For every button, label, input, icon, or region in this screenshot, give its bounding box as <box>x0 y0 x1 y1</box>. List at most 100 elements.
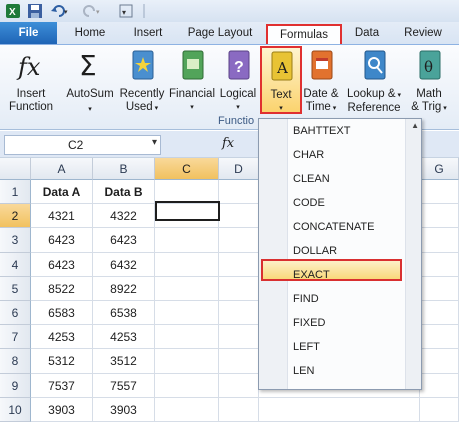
undo-icon[interactable]: ▾ <box>50 3 72 19</box>
redo-icon[interactable]: ▾ <box>82 3 104 19</box>
cell[interactable] <box>420 180 459 205</box>
column-header-a[interactable]: A <box>31 158 93 180</box>
menu-item-left[interactable]: LEFT <box>293 339 320 355</box>
row-header[interactable]: 7 <box>0 325 31 350</box>
cell[interactable]: 5312 <box>31 349 93 374</box>
column-header-c[interactable]: C <box>155 158 219 180</box>
cell[interactable] <box>155 397 219 422</box>
cell[interactable] <box>420 325 459 350</box>
cell[interactable] <box>155 325 219 350</box>
cell[interactable]: 8922 <box>93 276 155 301</box>
cell[interactable] <box>420 301 459 326</box>
row-header[interactable]: 5 <box>0 276 31 301</box>
logical-button[interactable]: ? Logical ▾ <box>218 47 258 114</box>
cell[interactable]: 6583 <box>31 301 93 326</box>
cell[interactable]: 3903 <box>93 397 155 422</box>
active-cell-c2[interactable] <box>155 201 220 221</box>
cell[interactable] <box>219 373 259 398</box>
cell[interactable]: 6423 <box>31 252 93 277</box>
tab-home[interactable]: Home <box>70 24 110 42</box>
tab-formulas[interactable]: Formulas <box>266 24 342 44</box>
cell[interactable] <box>219 276 259 301</box>
cell[interactable]: 4322 <box>93 204 155 229</box>
math-trig-button[interactable]: θ Math & Trig ▾ <box>408 47 450 115</box>
cell[interactable]: 4253 <box>93 325 155 350</box>
cell[interactable] <box>155 228 219 253</box>
tab-data[interactable]: Data <box>350 24 384 42</box>
cell[interactable] <box>219 180 259 205</box>
fx-icon[interactable]: fx <box>222 136 234 151</box>
cell[interactable] <box>420 373 459 398</box>
tab-review[interactable]: Review <box>400 24 446 42</box>
cell[interactable] <box>420 397 459 422</box>
cell[interactable] <box>219 301 259 326</box>
row-header[interactable]: 4 <box>0 252 31 277</box>
cell[interactable] <box>420 276 459 301</box>
cell[interactable]: 6423 <box>31 228 93 253</box>
cell[interactable] <box>219 228 259 253</box>
menu-item-code[interactable]: CODE <box>293 195 325 211</box>
formula-input[interactable] <box>246 135 256 153</box>
menu-item-fixed[interactable]: FIXED <box>293 315 325 331</box>
customize-qat-icon[interactable]: ▾ <box>118 3 134 19</box>
recently-used-button[interactable]: Recently Used ▾ <box>118 47 166 115</box>
excel-icon[interactable]: X <box>5 3 21 19</box>
row-header[interactable]: 3 <box>0 228 31 253</box>
row-header[interactable]: 8 <box>0 349 31 374</box>
row-header[interactable]: 2 <box>0 204 31 229</box>
insert-function-button[interactable]: fx Insert Function <box>6 47 56 114</box>
cell[interactable] <box>219 397 259 422</box>
cell[interactable]: 3903 <box>31 397 93 422</box>
cell[interactable]: 3512 <box>93 349 155 374</box>
select-all-corner[interactable] <box>0 158 31 180</box>
cell[interactable]: Data B <box>93 180 155 205</box>
cell[interactable] <box>219 349 259 374</box>
financial-button[interactable]: Financial ▾ <box>168 47 216 114</box>
menu-item-exact[interactable]: EXACT <box>293 267 330 283</box>
lookup-reference-button[interactable]: Lookup & ▾ Reference <box>344 47 404 115</box>
text-button[interactable]: A Text ▾ <box>260 46 302 114</box>
menu-item-dollar[interactable]: DOLLAR <box>293 243 337 259</box>
menu-item-bahttext[interactable]: BAHTTEXT <box>293 123 350 139</box>
column-header-b[interactable]: B <box>93 158 155 180</box>
cell[interactable]: 7557 <box>93 373 155 398</box>
menu-item-clean[interactable]: CLEAN <box>293 171 330 187</box>
menu-item-concatenate[interactable]: CONCATENATE <box>293 219 375 235</box>
cell[interactable] <box>420 204 459 229</box>
cell[interactable] <box>420 228 459 253</box>
scroll-up-icon[interactable]: ▲ <box>411 121 419 130</box>
tab-insert[interactable]: Insert <box>126 24 170 42</box>
row-header[interactable]: 1 <box>0 180 31 205</box>
cell[interactable] <box>155 252 219 277</box>
cell[interactable]: 8522 <box>31 276 93 301</box>
menu-item-char[interactable]: CHAR <box>293 147 324 163</box>
cell[interactable]: 4321 <box>31 204 93 229</box>
cell[interactable] <box>420 349 459 374</box>
cell[interactable]: 7537 <box>31 373 93 398</box>
cell[interactable] <box>155 349 219 374</box>
tab-page-layout[interactable]: Page Layout <box>184 24 256 42</box>
tab-file[interactable]: File <box>0 22 57 44</box>
column-header-g[interactable]: G <box>420 158 459 180</box>
cell[interactable]: 6538 <box>93 301 155 326</box>
cell[interactable] <box>155 373 219 398</box>
cell[interactable] <box>219 252 259 277</box>
cell[interactable] <box>219 325 259 350</box>
save-icon[interactable] <box>27 3 43 19</box>
name-box[interactable]: C2 ▾ <box>4 135 161 155</box>
chevron-down-icon[interactable]: ▾ <box>152 137 157 148</box>
row-header[interactable]: 9 <box>0 373 31 398</box>
cell[interactable]: 4253 <box>31 325 93 350</box>
cell[interactable] <box>219 204 259 229</box>
cell[interactable] <box>259 397 420 422</box>
cell[interactable]: 6423 <box>93 228 155 253</box>
autosum-button[interactable]: Σ AutoSum ▾ <box>64 47 116 116</box>
cell[interactable]: Data A <box>31 180 93 205</box>
menu-item-find[interactable]: FIND <box>293 291 319 307</box>
cell[interactable] <box>155 276 219 301</box>
menu-item-len[interactable]: LEN <box>293 363 314 379</box>
cell[interactable]: 6432 <box>93 252 155 277</box>
menu-scrollbar[interactable]: ▲ <box>405 119 421 389</box>
date-time-button[interactable]: Date & Time ▾ <box>300 47 342 115</box>
cell[interactable] <box>420 252 459 277</box>
